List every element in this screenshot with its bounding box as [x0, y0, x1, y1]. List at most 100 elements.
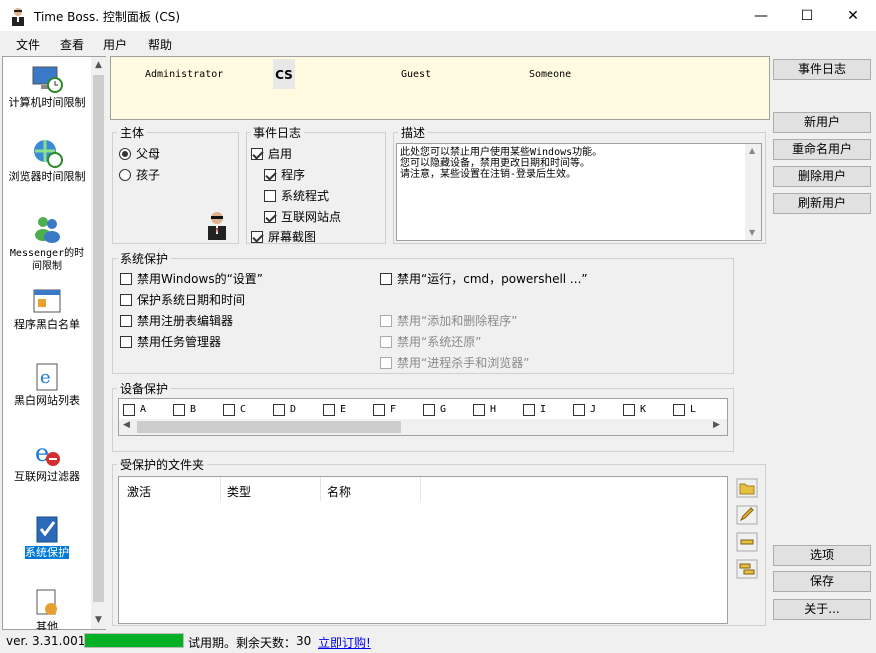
new-user-button[interactable]: 新用户: [773, 112, 871, 133]
edit-pencil-icon[interactable]: [736, 505, 758, 525]
user-guest[interactable]: Guest: [401, 69, 431, 80]
column-type[interactable]: 类型: [227, 483, 251, 500]
add-folder-icon[interactable]: [736, 478, 758, 498]
maximize-button[interactable]: ☐: [784, 0, 830, 31]
checkbox-programs[interactable]: 程序: [264, 166, 305, 183]
folders-table[interactable]: 激活 类型 名称: [118, 476, 728, 624]
checkbox-disable-run[interactable]: 禁用“运行，cmd，powershell ...”: [380, 270, 588, 287]
save-button[interactable]: 保存: [773, 571, 871, 592]
buy-now-link[interactable]: 立即订购!: [318, 634, 371, 651]
drive-k[interactable]: K: [623, 402, 646, 416]
checkbox-disable-restore[interactable]: 禁用“系统还原”: [380, 333, 481, 350]
drives-scroll-thumb[interactable]: [137, 421, 401, 433]
menu-view[interactable]: 查看: [60, 36, 84, 53]
menu-bar: 文件 查看 用户 帮助: [0, 31, 876, 55]
checkbox-disable-settings[interactable]: 禁用Windows的“设置”: [120, 270, 263, 287]
checkbox-protect-datetime[interactable]: 保护系统日期和时间: [120, 291, 245, 308]
version-text: ver. 3.31.001: [6, 634, 86, 648]
svg-text:e: e: [40, 367, 51, 388]
radio-child[interactable]: 孩子: [119, 166, 160, 183]
checkbox-system-programs[interactable]: 系统程式: [264, 187, 329, 204]
user-someone[interactable]: Someone: [529, 69, 571, 80]
title-bar: Time Boss. 控制面板 (CS) — ☐ ✕: [0, 0, 876, 31]
drive-c[interactable]: C: [223, 402, 246, 416]
drive-i[interactable]: I: [523, 402, 546, 416]
nav-label: 计算机时间限制: [8, 96, 86, 109]
column-active[interactable]: 激活: [127, 483, 151, 500]
description-title: 描述: [398, 124, 429, 141]
drive-l[interactable]: L: [673, 402, 696, 416]
nav-item-internet-filter[interactable]: e 互联网过滤器: [5, 437, 89, 483]
about-button[interactable]: 关于...: [773, 599, 871, 620]
messenger-icon: [35, 217, 60, 243]
menu-user[interactable]: 用户: [103, 36, 127, 53]
reorder-icon[interactable]: [736, 559, 758, 579]
browser-clock-icon: [34, 140, 63, 168]
column-name[interactable]: 名称: [327, 483, 351, 500]
options-button[interactable]: 选项: [773, 545, 871, 566]
nav-item-messenger-time[interactable]: Messenger的时间限制: [5, 213, 89, 273]
scroll-left-icon[interactable]: ◀: [123, 420, 130, 430]
column-divider: [420, 477, 421, 501]
column-divider: [220, 477, 221, 501]
checkbox-screenshots[interactable]: 屏幕截图: [251, 228, 316, 245]
user-administrator[interactable]: Administrator: [145, 69, 223, 80]
menu-help[interactable]: 帮助: [148, 36, 172, 53]
document-gear-icon: [36, 589, 57, 615]
checkbox-disable-killer[interactable]: 禁用“进程杀手和浏览器”: [380, 354, 529, 371]
drive-f[interactable]: F: [373, 402, 396, 416]
eventlog-button[interactable]: 事件日志: [773, 59, 871, 80]
scroll-down-icon[interactable]: ▼: [95, 615, 102, 625]
nav-panel: 计算机时间限制 浏览器时间限制 Messenger的时间限制 程序黑白名单 e …: [2, 56, 106, 633]
drive-d[interactable]: D: [273, 402, 296, 416]
subject-title: 主体: [117, 124, 148, 141]
nav-scroll-thumb[interactable]: [93, 75, 104, 602]
checkbox-websites[interactable]: 互联网站点: [264, 208, 341, 225]
rename-user-button[interactable]: 重命名用户: [773, 139, 871, 160]
nav-item-system-protection[interactable]: 系统保护: [5, 513, 89, 559]
drive-j[interactable]: J: [573, 402, 596, 416]
app-icon: [12, 8, 24, 26]
scroll-down-icon[interactable]: ▼: [749, 228, 755, 237]
checkbox-enable[interactable]: 启用: [251, 145, 292, 162]
scroll-up-icon[interactable]: ▲: [749, 146, 755, 155]
computer-clock-icon: [32, 66, 63, 93]
trial-progress-fill: [85, 634, 183, 647]
nav-label: 浏览器时间限制: [8, 170, 86, 183]
user-avatar-icon: [208, 212, 226, 240]
drive-a[interactable]: A: [123, 402, 146, 416]
scroll-right-icon[interactable]: ▶: [713, 420, 720, 430]
minimize-button[interactable]: —: [738, 0, 784, 31]
drives-list: A B C D E F G H I J K L ◀ ▶: [118, 398, 728, 436]
close-button[interactable]: ✕: [830, 0, 876, 31]
checkbox-disable-taskmgr[interactable]: 禁用任务管理器: [120, 333, 221, 350]
program-window-icon: [33, 289, 61, 313]
scroll-up-icon[interactable]: ▲: [95, 60, 102, 70]
trial-text: 试用期。剩余天数：: [188, 636, 297, 650]
nav-item-website-list[interactable]: e 黑白网站列表: [5, 361, 89, 407]
description-textbox[interactable]: 此处您可以禁止用户使用某些Windows功能。 您可以隐藏设备，禁用更改日期和时…: [396, 143, 762, 241]
menu-file[interactable]: 文件: [16, 36, 40, 53]
description-text: 此处您可以禁止用户使用某些Windows功能。 您可以隐藏设备，禁用更改日期和时…: [400, 147, 603, 180]
checkbox-disable-addremove[interactable]: 禁用“添加和删除程序”: [380, 312, 517, 329]
nav-item-program-list[interactable]: 程序黑白名单: [5, 285, 89, 331]
drive-g[interactable]: G: [423, 402, 446, 416]
delete-user-button[interactable]: 删除用户: [773, 166, 871, 187]
nav-item-other[interactable]: 其他: [5, 587, 89, 633]
column-divider: [320, 477, 321, 501]
drive-e[interactable]: E: [323, 402, 346, 416]
checklist-icon: [36, 516, 58, 543]
nav-item-computer-time[interactable]: 计算机时间限制: [5, 63, 89, 109]
refresh-users-button[interactable]: 刷新用户: [773, 193, 871, 214]
radio-parent[interactable]: 父母: [119, 145, 160, 162]
user-bar: Administrator CS Guest Someone: [110, 56, 770, 120]
drive-b[interactable]: B: [173, 402, 196, 416]
nav-item-browser-time[interactable]: 浏览器时间限制: [5, 137, 89, 183]
window-title: Time Boss. 控制面板 (CS): [34, 10, 181, 24]
checkbox-disable-regedit[interactable]: 禁用注册表编辑器: [120, 312, 233, 329]
folders-title: 受保护的文件夹: [117, 456, 208, 473]
drive-h[interactable]: H: [473, 402, 496, 416]
remove-icon[interactable]: [736, 532, 758, 552]
user-cs[interactable]: CS: [273, 59, 295, 89]
description-scrollbar[interactable]: [745, 144, 761, 240]
